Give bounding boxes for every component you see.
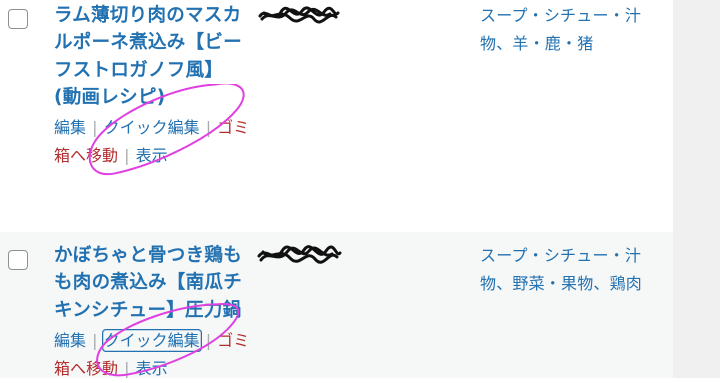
edit-link[interactable]: 編集	[54, 118, 86, 137]
row-actions: 編集 | クイック編集 | ゴミ箱へ移動 | 表示	[54, 114, 254, 170]
action-separator: |	[124, 359, 130, 378]
redaction-scribble-icon	[258, 6, 340, 24]
action-separator: |	[92, 118, 98, 137]
row-select-checkbox[interactable]	[8, 250, 28, 270]
row-actions: 編集 | クイック編集 | ゴミ箱へ移動 | 表示	[54, 327, 254, 383]
post-categories[interactable]: スープ・シチュー・汁物、野菜・果物、鶏肉	[480, 242, 665, 298]
action-separator: |	[205, 331, 212, 350]
view-link[interactable]: 表示	[136, 146, 168, 165]
post-categories[interactable]: スープ・シチュー・汁物、羊・鹿・猪	[480, 2, 665, 58]
table-row: かぼちゃと骨つき鶏もも肉の煮込み【南瓜チキンシチュー】圧力鍋 編集 | クイック…	[0, 232, 673, 378]
action-separator: |	[205, 118, 212, 137]
redaction-scribble-icon	[257, 245, 342, 264]
quick-edit-link[interactable]: クイック編集	[104, 118, 200, 137]
edit-link[interactable]: 編集	[54, 331, 86, 350]
action-separator: |	[124, 146, 130, 165]
table-right-gutter	[673, 0, 720, 378]
action-separator: |	[92, 331, 98, 350]
post-title-link[interactable]: かぼちゃと骨つき鶏もも肉の煮込み【南瓜チキンシチュー】圧力鍋	[54, 242, 249, 324]
view-link[interactable]: 表示	[136, 359, 168, 378]
table-row: ラム薄切り肉のマスカルポーネ煮込み【ビーフストロガノフ風】(動画レシピ) 編集 …	[0, 0, 673, 218]
post-title-link[interactable]: ラム薄切り肉のマスカルポーネ煮込み【ビーフストロガノフ風】(動画レシピ)	[54, 2, 249, 111]
quick-edit-link[interactable]: クイック編集	[101, 329, 202, 352]
row-select-checkbox[interactable]	[8, 9, 28, 29]
